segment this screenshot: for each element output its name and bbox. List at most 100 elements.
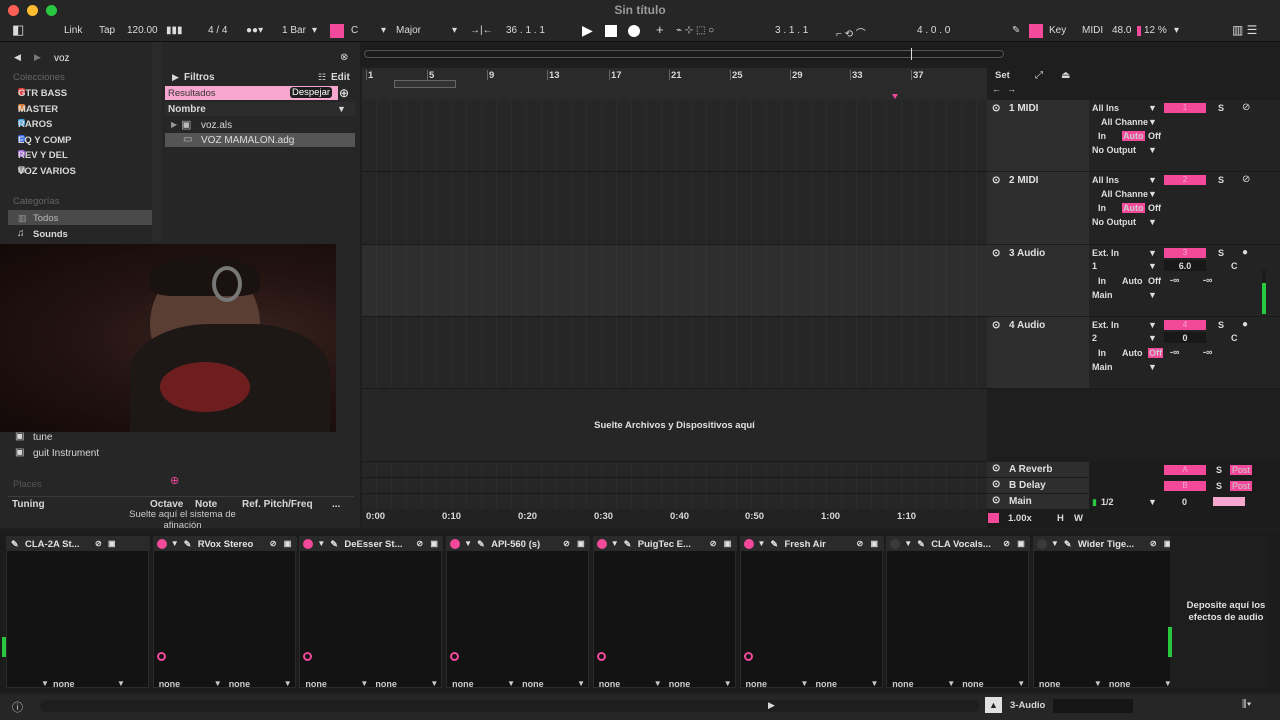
tuning-more-button[interactable]: ... (332, 499, 340, 510)
lower-list-item[interactable]: tune (33, 432, 52, 443)
loop-icon[interactable]: ⌐ ⟲ ⌒ (836, 25, 866, 40)
save-icon[interactable]: ▣ (108, 539, 116, 548)
monitor-auto-button[interactable]: Auto (1122, 131, 1145, 141)
sort-icon[interactable]: ▼ (337, 104, 346, 114)
wrench-icon[interactable]: ✎ (771, 539, 779, 550)
chevron-down-icon[interactable]: ▼ (871, 679, 879, 688)
record-button[interactable] (628, 25, 640, 37)
monitor-auto-button[interactable]: Auto (1122, 276, 1143, 286)
chevron-down-icon[interactable]: ▼ (724, 679, 732, 688)
main-track-header[interactable]: ⊙ Main (987, 494, 1089, 510)
search-input[interactable]: voz (54, 53, 70, 64)
pan-field[interactable]: C (1231, 261, 1238, 271)
device-rack[interactable]: ▼ ✎ PuigTec E... ⊘ ▣ none ▼ none ▼ (592, 536, 737, 689)
send-a-field[interactable]: -∞ (1170, 275, 1179, 285)
input-type-select[interactable]: Ext. In (1092, 248, 1119, 258)
metronome-icon[interactable]: ●●▾ (246, 25, 263, 36)
pan-field[interactable]: C (1231, 333, 1238, 343)
midi-map-label[interactable]: MIDI (1082, 25, 1103, 36)
return-lane[interactable] (362, 478, 987, 494)
return-activator-button[interactable]: A (1164, 465, 1206, 475)
chevron-down-icon[interactable]: ▼ (284, 679, 292, 688)
result-item[interactable]: voz.als (201, 120, 232, 131)
output-select[interactable]: No Output (1092, 217, 1136, 227)
device-rack[interactable]: ▼ ✎ DeEsser St... ⊘ ▣ none ▼ none ▼ (299, 536, 444, 689)
loop-length[interactable]: 4 . 0 . 0 (917, 25, 950, 36)
follow-icon[interactable]: →|← (470, 25, 493, 36)
category-todos-selected[interactable] (8, 210, 162, 225)
key-map-label[interactable]: Key (1049, 25, 1066, 36)
sidechain-right-select[interactable]: none (669, 679, 691, 689)
options-icon[interactable]: ⊘ (563, 539, 570, 548)
output-select[interactable]: No Output (1092, 145, 1136, 155)
device-rack[interactable]: ✎ CLA-2A St... ⊘ ▣ ▼ none ▼ (6, 536, 150, 689)
solo-button[interactable]: S (1218, 175, 1224, 185)
monitor-in-button[interactable]: In (1098, 348, 1106, 358)
monitor-in-button[interactable]: In (1098, 131, 1106, 141)
arrow-right-icon[interactable]: → (1007, 84, 1016, 94)
expand-icon[interactable]: ▶ (171, 120, 177, 129)
track-header[interactable]: ⊙ 4 Audio (987, 317, 1089, 389)
sidechain-left-select[interactable]: none (599, 679, 621, 689)
chevron-down-icon[interactable]: ▼ (947, 679, 955, 688)
sidechain-left-select[interactable]: none (1039, 679, 1061, 689)
expand-icon[interactable]: ⤢ (1035, 70, 1043, 81)
record-arm-icon[interactable]: ⊘ (1242, 174, 1250, 185)
input-type-select[interactable]: Ext. In (1092, 320, 1119, 330)
edit-filters-button[interactable]: Edit (331, 72, 350, 83)
monitor-off-button[interactable]: Off (1148, 348, 1163, 358)
chevron-down-icon[interactable]: ▼ (654, 679, 662, 688)
add-icon[interactable]: + (656, 22, 664, 37)
sidechain-right-select[interactable]: none (1109, 679, 1131, 689)
add-filter-icon[interactable]: ⊕ (339, 86, 349, 100)
automation-icon[interactable]: ⌁ ⊹ ⬚ ○ (676, 25, 714, 36)
fold-icon[interactable]: ⊙ (992, 175, 1000, 186)
main-lane[interactable] (362, 494, 987, 510)
chevron-down-icon[interactable]: ▼ (171, 539, 179, 548)
chevron-down-icon[interactable]: ▼ (577, 679, 585, 688)
device-header[interactable]: ▼ ✎ RVox Stereo ⊘ ▣ (153, 537, 297, 551)
post-toggle[interactable]: Post (1230, 465, 1253, 475)
track-lane[interactable] (362, 317, 987, 389)
return-track-header[interactable]: ⊙ B Delay (987, 478, 1089, 494)
chevron-down-icon[interactable]: ▼ (1094, 679, 1102, 688)
chevron-down-icon[interactable]: ▼ (1148, 189, 1157, 199)
chevron-down-icon[interactable]: ▾ (381, 25, 386, 36)
play-button[interactable]: ▶ (582, 22, 593, 39)
return-track-header[interactable]: ⊙ A Reverb (987, 462, 1089, 478)
category-sounds[interactable]: Sounds (33, 229, 68, 240)
save-icon[interactable]: ▣ (871, 539, 879, 548)
save-icon[interactable]: ▣ (577, 539, 585, 548)
chevron-down-icon[interactable]: ▼ (1148, 362, 1157, 372)
view-toggle-icon[interactable]: ▥ ☰ (1232, 23, 1257, 37)
track-activator-button[interactable]: 4 (1164, 320, 1206, 330)
input-channel-select[interactable]: 2 (1092, 333, 1097, 343)
track-lane-selected[interactable] (362, 245, 987, 317)
volume-field[interactable]: 0 (1164, 333, 1206, 343)
solo-button[interactable]: S (1218, 248, 1224, 258)
chevron-down-icon[interactable]: ▼ (1148, 248, 1157, 258)
key-map-button[interactable] (1029, 24, 1043, 38)
stop-button[interactable] (605, 25, 617, 37)
loop-brace[interactable] (394, 80, 456, 88)
sidechain-left-select[interactable]: none (305, 679, 327, 689)
chevron-down-icon[interactable]: ▼ (1148, 117, 1157, 127)
chevron-down-icon[interactable]: ▼ (214, 679, 222, 688)
device-rack[interactable]: ▼ ✎ CLA Vocals... ⊘ ▣ none ▼ none ▼ (886, 536, 1031, 689)
input-channel-select[interactable]: All Channe (1101, 117, 1148, 127)
sidebar-scrollbar[interactable] (152, 42, 162, 242)
return-track-name[interactable]: B Delay (1009, 480, 1046, 491)
save-icon[interactable]: ▣ (284, 539, 292, 548)
result-item[interactable]: VOZ MAMALON.adg (201, 135, 294, 146)
chevron-down-icon[interactable]: ▼ (758, 539, 766, 548)
device-rack[interactable]: ▼ ✎ RVox Stereo ⊘ ▣ none ▼ none ▼ (152, 536, 297, 689)
sidechain-right-select[interactable]: none (816, 679, 838, 689)
tempo-field[interactable]: 120.00 (127, 25, 158, 36)
solo-button[interactable]: S (1218, 103, 1224, 113)
chevron-down-icon[interactable]: ▼ (1148, 145, 1157, 155)
chevron-down-icon[interactable]: ▼ (1148, 103, 1157, 113)
options-icon[interactable]: ⊘ (95, 539, 102, 548)
return-track-name[interactable]: A Reverb (1009, 464, 1053, 475)
chevron-down-icon[interactable]: ▼ (360, 679, 368, 688)
clear-results-button[interactable]: Despejar (290, 87, 333, 98)
